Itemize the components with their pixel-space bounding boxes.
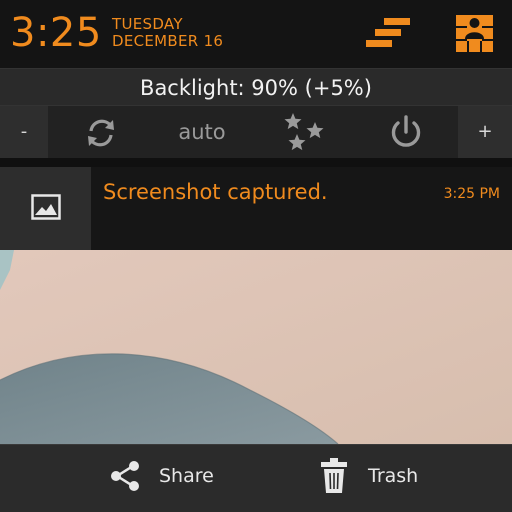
brightness-decrease-button[interactable]: - bbox=[0, 106, 48, 158]
backlight-label: Backlight: 90% (+5%) bbox=[140, 76, 372, 100]
stars-icon[interactable] bbox=[283, 112, 325, 152]
share-icon[interactable] bbox=[108, 459, 142, 493]
share-button[interactable]: Share bbox=[159, 463, 214, 489]
stairs-icon[interactable] bbox=[364, 16, 412, 52]
trash-icon[interactable] bbox=[320, 457, 348, 495]
user-grid-icon[interactable] bbox=[456, 15, 494, 53]
brightness-controls bbox=[0, 106, 512, 158]
auto-brightness-toggle[interactable]: auto bbox=[172, 119, 232, 145]
date-label[interactable]: DECEMBER 16 bbox=[112, 32, 223, 50]
trash-button[interactable]: Trash bbox=[368, 463, 418, 489]
notification-time: 3:25 PM bbox=[443, 186, 500, 202]
image-icon bbox=[31, 194, 61, 220]
clock[interactable]: 3:25 bbox=[10, 9, 102, 57]
power-icon[interactable] bbox=[388, 114, 424, 150]
sync-icon[interactable] bbox=[84, 116, 118, 150]
divider bbox=[0, 158, 512, 167]
day-label[interactable]: TUESDAY bbox=[112, 15, 183, 33]
notification-title: Screenshot captured. bbox=[103, 180, 328, 204]
screenshot-preview[interactable] bbox=[0, 250, 512, 444]
brightness-increase-button[interactable]: + bbox=[458, 106, 512, 158]
notification-action-bar bbox=[0, 444, 512, 512]
